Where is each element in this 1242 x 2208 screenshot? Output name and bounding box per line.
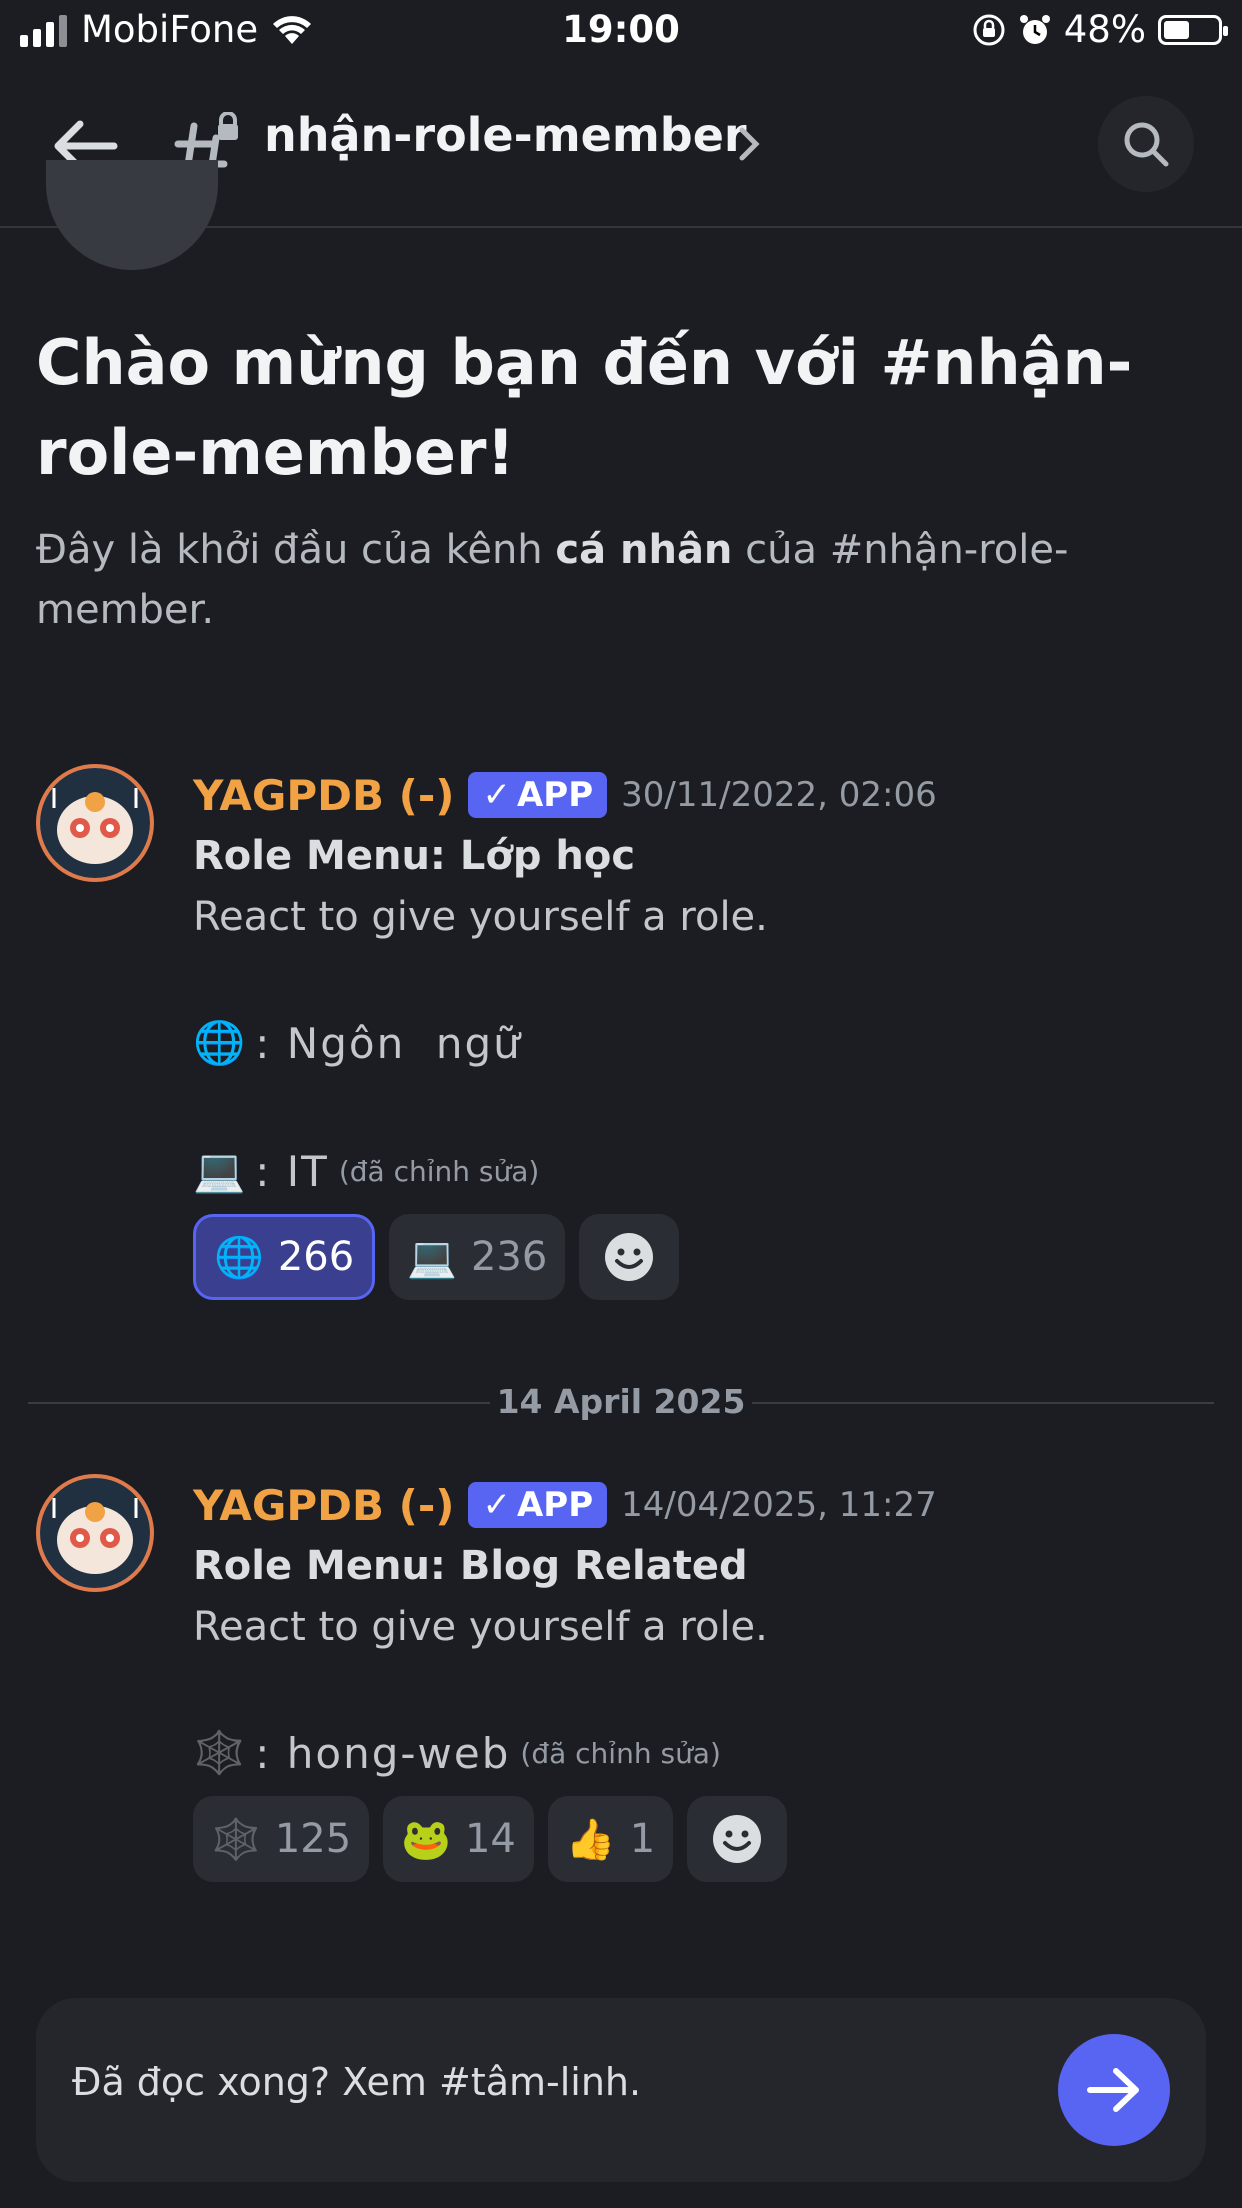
robot-face-icon [40, 768, 150, 878]
role-option-label: : IT [255, 1146, 329, 1196]
add-reaction-icon [605, 1233, 654, 1281]
add-reaction-icon [713, 1815, 762, 1863]
reaction-count: 1 [629, 1816, 656, 1862]
laptop-icon: 💻 [407, 1234, 457, 1281]
timestamp: 14/04/2025, 11:27 [621, 1485, 937, 1525]
timestamp: 30/11/2022, 02:06 [621, 775, 937, 815]
reaction-globe[interactable]: 🌐 266 [193, 1214, 376, 1300]
bot-avatar[interactable] [36, 764, 154, 882]
embed-title: Role Menu: Lớp học [193, 833, 636, 879]
channel-icon-peek [46, 160, 218, 270]
reaction-count: 266 [277, 1234, 355, 1280]
reaction-count: 236 [470, 1234, 548, 1280]
role-option: 🌐 : Ngôn ngữ [193, 1010, 1193, 1076]
check-icon: ✓ [482, 1485, 511, 1525]
pepe-frog-icon: 🐸 [401, 1816, 451, 1863]
reaction-thumbs-up[interactable]: 👍 1 [547, 1796, 674, 1882]
go-to-channel-button[interactable] [1058, 2034, 1170, 2146]
welcome-desc-bold: cá nhân [555, 527, 733, 573]
app-tag-label: APP [516, 1485, 594, 1525]
reaction-laptop[interactable]: 💻 236 [389, 1214, 566, 1300]
app-tag: ✓ APP [468, 1482, 608, 1528]
globe-icon: 🌐 [193, 1018, 248, 1067]
add-reaction-button[interactable] [579, 1214, 680, 1300]
laptop-icon: 💻 [193, 1146, 248, 1195]
reaction-count: 125 [274, 1816, 352, 1862]
notice-text: Đã đọc xong? Xem #tâm-linh. [72, 2060, 642, 2104]
date-divider-label: 14 April 2025 [496, 1382, 746, 1421]
status-bar: MobiFone 19:00 48% [0, 0, 1242, 64]
app-tag-label: APP [516, 775, 594, 815]
battery-percent: 48% [1063, 8, 1146, 51]
message-text: React to give yourself a role. [193, 1604, 768, 1650]
read-only-notice-bar[interactable]: Đã đọc xong? Xem #tâm-linh. [36, 1998, 1206, 2182]
thumbs-up-icon: 👍 [565, 1816, 616, 1863]
search-button[interactable] [1098, 96, 1194, 192]
check-icon: ✓ [482, 775, 511, 815]
reaction-spider-web[interactable]: 🕸️ 125 [193, 1796, 370, 1882]
alarm-icon [1019, 14, 1050, 44]
search-icon [1124, 122, 1169, 167]
welcome-title: Chào mừng bạn đến với #nhận-role-member! [36, 326, 1133, 489]
date-divider: 14 April 2025 [28, 1380, 1214, 1424]
edited-label: (đã chỉnh sửa) [338, 1154, 540, 1188]
orientation-lock-icon [973, 14, 1005, 45]
author-name[interactable]: YAGPDB (-) [193, 771, 454, 820]
role-option: 💻 : IT (đã chỉnh sửa) [193, 1138, 1193, 1204]
reactions-bar: 🕸️ 125 🐸 14 👍 1 [193, 1796, 1193, 1882]
edited-label: (đã chỉnh sửa) [520, 1736, 721, 1770]
chevron-right-icon[interactable] [736, 122, 762, 166]
message-text: React to give yourself a role. [193, 894, 768, 940]
globe-icon: 🌐 [214, 1234, 264, 1281]
role-option-label: : hong-web [255, 1728, 511, 1778]
reaction-count: 14 [464, 1816, 516, 1862]
add-reaction-button[interactable] [687, 1796, 788, 1882]
spider-web-icon: 🕸️ [211, 1816, 261, 1863]
author-name[interactable]: YAGPDB (-) [193, 1481, 454, 1530]
welcome-description: Đây là khởi đầu của kênh cá nhân của #nh… [36, 520, 1166, 640]
arrow-right-icon [1087, 2068, 1139, 2112]
bot-avatar[interactable] [36, 1474, 154, 1592]
embed-title: Role Menu: Blog Related [193, 1543, 748, 1589]
role-option: 🕸️ : hong-web (đã chỉnh sửa) [193, 1720, 1193, 1786]
spider-web-icon: 🕸️ [193, 1728, 248, 1777]
reactions-bar: 🌐 266 💻 236 [193, 1214, 1193, 1300]
role-option-label: : Ngôn ngữ [255, 1018, 522, 1068]
channel-title[interactable]: nhận-role-member [264, 108, 747, 162]
robot-face-icon [40, 1478, 150, 1588]
welcome-desc-prefix: Đây là khởi đầu của kênh [36, 527, 556, 573]
reaction-pepe[interactable]: 🐸 14 [383, 1796, 534, 1882]
app-tag: ✓ APP [468, 772, 608, 818]
battery-icon [1158, 14, 1228, 45]
